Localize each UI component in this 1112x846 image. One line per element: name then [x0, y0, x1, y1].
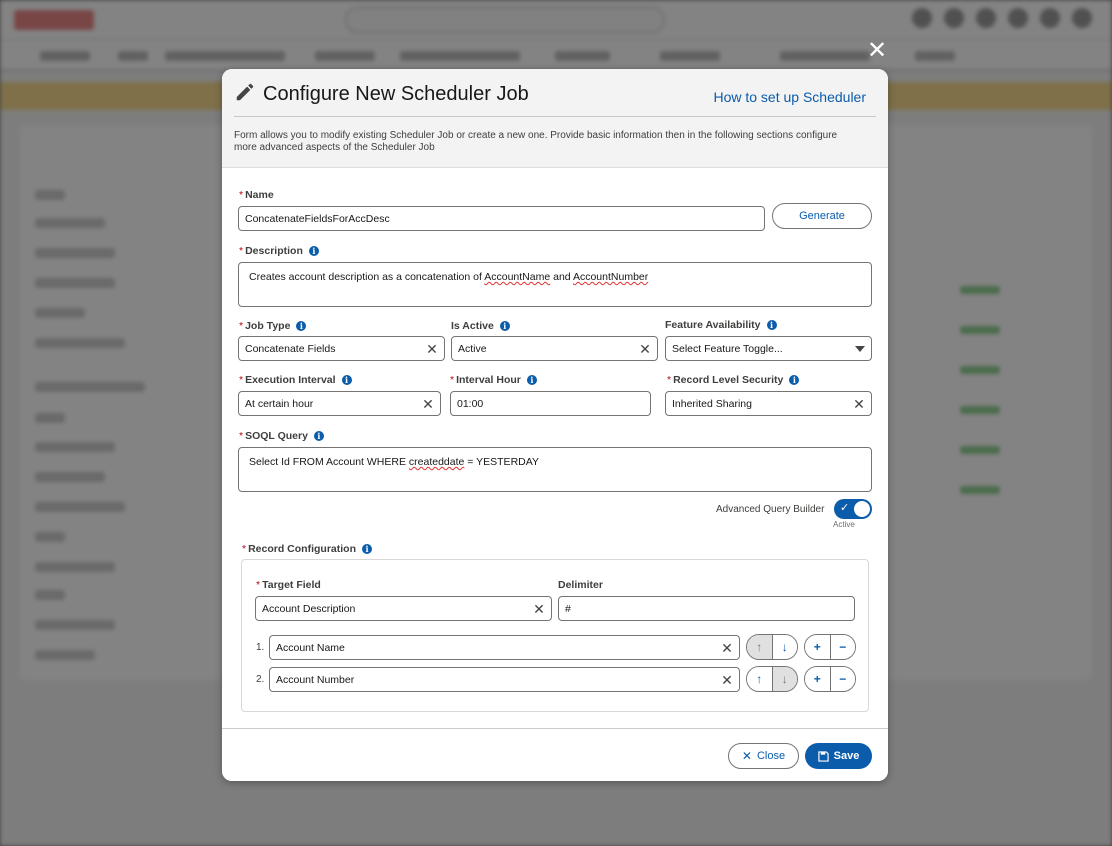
advanced-query-builder-label: Advanced Query Builder [716, 504, 825, 515]
soql-query-textarea[interactable]: Select Id FROM Account WHERE createddate… [238, 447, 872, 492]
save-button[interactable]: Save [805, 743, 872, 769]
info-icon[interactable]: i [789, 375, 800, 385]
source-field-combobox[interactable]: Account Number ✕ [269, 667, 740, 692]
clear-icon[interactable]: ✕ [533, 602, 545, 616]
source-field-combobox[interactable]: Account Name ✕ [269, 635, 740, 660]
record-level-security-combobox[interactable]: Inherited Sharing ✕ [665, 391, 872, 416]
generate-button[interactable]: Generate [772, 203, 872, 229]
clear-icon[interactable]: ✕ [721, 641, 733, 655]
interval-hour-label: * Interval Hour i [450, 374, 537, 386]
minus-icon[interactable]: − [829, 635, 855, 659]
arrow-up-icon[interactable]: ↑ [747, 667, 772, 691]
is-active-combobox[interactable]: Active ✕ [451, 336, 658, 361]
close-button[interactable]: ✕ Close [728, 743, 799, 769]
advanced-query-builder-toggle[interactable]: ✓ [834, 499, 872, 519]
target-field-combobox[interactable]: Account Description ✕ [255, 596, 552, 621]
arrow-down-icon[interactable]: ↓ [771, 635, 797, 659]
arrow-up-icon[interactable]: ↑ [747, 635, 772, 659]
reorder-button-group: ↑ ↓ [746, 634, 798, 660]
info-icon[interactable]: i [313, 431, 324, 441]
arrow-down-icon[interactable]: ↓ [771, 667, 797, 691]
delimiter-label: Delimiter [558, 579, 603, 591]
record-configuration-label: * Record Configuration i [242, 543, 373, 555]
clear-icon[interactable]: ✕ [853, 397, 865, 411]
modal-title: Configure New Scheduler Job [263, 83, 529, 105]
delimiter-input[interactable]: # [558, 596, 855, 621]
plus-icon[interactable]: + [805, 667, 830, 691]
feature-availability-select[interactable]: Select Feature Toggle... [665, 336, 872, 361]
plus-icon[interactable]: + [805, 635, 830, 659]
interval-hour-input[interactable]: 01:00 [450, 391, 651, 416]
info-icon[interactable]: i [341, 375, 352, 385]
info-icon[interactable]: i [526, 375, 537, 385]
modal-close-icon[interactable]: ✕ [866, 39, 888, 63]
record-level-security-label: * Record Level Security i [667, 374, 800, 386]
row-index: 2. [256, 674, 265, 685]
execution-interval-label: * Execution Interval i [239, 374, 352, 386]
description-textarea[interactable]: Creates account description as a concate… [238, 262, 872, 307]
scheduler-job-modal: Configure New Scheduler Job How to set u… [222, 69, 888, 781]
modal-description: Form allows you to modify existing Sched… [234, 130, 838, 153]
clear-icon[interactable]: ✕ [639, 342, 651, 356]
add-remove-button-group: + − [804, 634, 856, 660]
add-remove-button-group: + − [804, 666, 856, 692]
modal-footer: ✕ Close Save [222, 728, 888, 781]
job-type-label: * Job Type i [239, 320, 307, 332]
check-icon: ✓ [840, 502, 850, 514]
header-divider [234, 116, 876, 117]
clear-icon[interactable]: ✕ [422, 397, 434, 411]
info-icon[interactable]: i [362, 544, 373, 554]
row-index: 1. [256, 642, 265, 653]
modal-header: Configure New Scheduler Job How to set u… [222, 69, 888, 168]
help-link[interactable]: How to set up Scheduler [713, 89, 866, 105]
reorder-button-group: ↑ ↓ [746, 666, 798, 692]
pencil-icon [236, 83, 254, 101]
soql-query-label: * SOQL Query i [239, 430, 324, 442]
name-input[interactable]: ConcatenateFieldsForAccDesc [238, 206, 765, 231]
info-icon[interactable]: i [499, 321, 510, 331]
feature-availability-label: Feature Availability i [665, 319, 777, 331]
execution-interval-combobox[interactable]: At certain hour ✕ [238, 391, 441, 416]
chevron-down-icon[interactable] [855, 345, 865, 352]
info-icon[interactable]: i [296, 321, 307, 331]
job-type-combobox[interactable]: Concatenate Fields ✕ [238, 336, 445, 361]
name-label: * Name [239, 189, 274, 201]
clear-icon[interactable]: ✕ [426, 342, 438, 356]
info-icon[interactable]: i [308, 246, 319, 256]
target-field-label: * Target Field [256, 579, 321, 591]
is-active-label: Is Active i [451, 320, 510, 332]
toggle-state-label: Active [833, 520, 855, 529]
info-icon[interactable]: i [766, 320, 777, 330]
clear-icon[interactable]: ✕ [721, 673, 733, 687]
close-icon: ✕ [741, 749, 752, 763]
save-icon [817, 750, 829, 762]
minus-icon[interactable]: − [829, 667, 855, 691]
description-label: * Description i [239, 245, 319, 257]
